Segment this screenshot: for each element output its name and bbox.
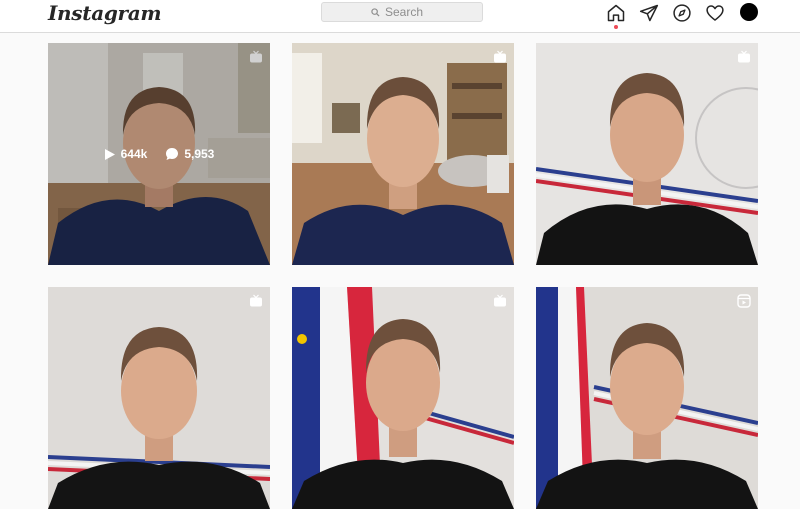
post-tile-2[interactable]	[292, 43, 514, 265]
active-indicator-dot	[614, 25, 618, 29]
search-box[interactable]	[321, 2, 483, 22]
post-photo	[536, 43, 758, 265]
post-photo	[292, 43, 514, 265]
explore-icon[interactable]	[672, 3, 692, 23]
post-photo	[48, 287, 270, 509]
post-tile-4[interactable]	[48, 287, 270, 509]
post-photo	[536, 287, 758, 509]
comment-icon	[166, 148, 179, 160]
comments-count: 5,953	[184, 147, 215, 161]
post-tile-6[interactable]	[536, 287, 758, 509]
igtv-icon	[737, 50, 751, 64]
views-count: 644k	[120, 147, 148, 161]
post-tile-3[interactable]	[536, 43, 758, 265]
igtv-icon	[493, 50, 507, 64]
search-icon	[371, 7, 380, 17]
reels-icon	[737, 294, 751, 308]
direct-messages-icon[interactable]	[639, 3, 659, 23]
instagram-logo[interactable]: Instagram	[48, 1, 162, 25]
play-icon	[104, 148, 115, 160]
search-input[interactable]	[385, 5, 433, 19]
top-navigation-bar: Instagram	[0, 0, 800, 33]
post-tile-5[interactable]	[292, 287, 514, 509]
post-tile-1[interactable]: 644k 5,953	[48, 43, 270, 265]
comments-stat: 5,953	[165, 147, 214, 161]
igtv-icon	[493, 294, 507, 308]
post-photo	[292, 287, 514, 509]
post-hover-overlay: 644k 5,953	[48, 43, 270, 265]
activity-heart-icon[interactable]	[705, 3, 725, 23]
igtv-icon	[249, 294, 263, 308]
home-icon[interactable]	[606, 3, 626, 23]
views-stat: 644k	[104, 147, 148, 161]
profile-avatar[interactable]	[740, 3, 758, 21]
